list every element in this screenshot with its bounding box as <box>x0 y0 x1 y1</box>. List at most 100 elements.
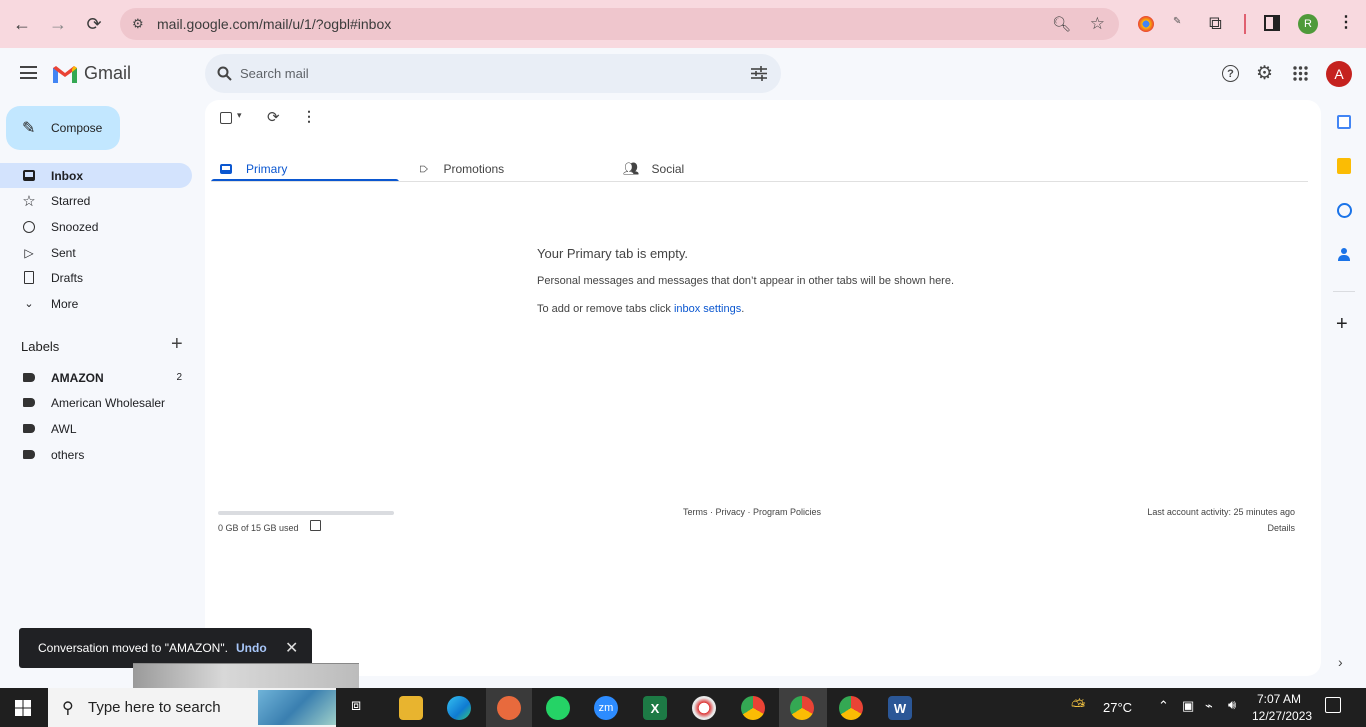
weather-temperature[interactable]: 27°C <box>1103 700 1132 715</box>
taskbar-date[interactable]: 12/27/2023 <box>1252 709 1312 723</box>
windows-start-icon[interactable] <box>15 700 31 716</box>
whatsapp-icon[interactable] <box>546 696 570 720</box>
snackbar: Conversation moved to "AMAZON". Undo ✕ <box>19 628 312 668</box>
side-apps-rail: + › <box>1326 100 1366 680</box>
sidebar-item-label: Drafts <box>51 270 84 285</box>
storage-usage-text: 0 GB of 15 GB used <box>218 523 299 533</box>
notifications-icon[interactable] <box>1325 697 1341 713</box>
extension-icon[interactable]: ✎ <box>1173 16 1191 32</box>
task-view-icon[interactable]: ⧈ <box>351 697 361 715</box>
volume-icon[interactable]: 🔊︎ <box>1228 697 1236 713</box>
sidebar-item-sent[interactable]: ▷ Sent <box>0 240 192 265</box>
address-bar[interactable]: ⚙ mail.google.com/mail/u/1/?ogbl#inbox 🔍… <box>120 8 1119 40</box>
bookmark-star-icon[interactable]: ☆ <box>1090 14 1105 34</box>
label-item-amazon[interactable]: AMAZON 2 <box>0 365 192 390</box>
app-icon[interactable] <box>692 696 716 720</box>
search-options-icon[interactable] <box>751 66 767 81</box>
add-addon-icon[interactable]: + <box>1336 313 1348 336</box>
draft-icon <box>21 270 37 286</box>
file-explorer-icon[interactable] <box>399 696 423 720</box>
people-icon: 👥︎ <box>623 161 640 176</box>
close-icon[interactable]: ✕ <box>285 638 298 658</box>
extension-icon[interactable] <box>1138 16 1154 32</box>
forward-button[interactable]: → <box>40 6 76 42</box>
account-avatar[interactable]: A <box>1326 61 1352 87</box>
chrome-icon[interactable] <box>741 696 765 720</box>
chevron-down-icon: ⌄ <box>24 298 34 310</box>
sidebar-item-starred[interactable]: ☆ Starred <box>0 188 192 213</box>
empty-state-title: Your Primary tab is empty. <box>537 246 688 261</box>
sidebar-item-inbox[interactable]: Inbox <box>0 163 192 188</box>
label-item-american-wholesaler[interactable]: American Wholesaler <box>0 390 192 415</box>
url-text: mail.google.com/mail/u/1/?ogbl#inbox <box>157 16 392 32</box>
extensions-puzzle-icon[interactable]: ⧉ <box>1209 13 1222 34</box>
star-icon: ☆ <box>22 192 36 210</box>
tab-promotions[interactable]: ⌂ Promotions <box>417 156 504 182</box>
labels-heading: Labels <box>21 339 60 354</box>
side-panel-icon[interactable] <box>1264 15 1280 31</box>
search-icon: ⚲ <box>62 699 74 717</box>
sidebar-item-label: Inbox <box>51 168 83 183</box>
zoom-icon[interactable]: 🔍︎ <box>1052 15 1071 33</box>
refresh-icon[interactable]: ⟳ <box>267 108 280 126</box>
rail-divider <box>1333 291 1355 292</box>
label-name: others <box>51 447 85 462</box>
tray-device-icon[interactable]: ▣ <box>1182 698 1194 714</box>
label-item-others[interactable]: others <box>0 442 192 467</box>
label-item-awl[interactable]: AWL <box>0 416 192 441</box>
select-dropdown-icon[interactable]: ▾ <box>237 110 242 121</box>
tab-divider <box>211 181 1308 182</box>
zoom-app-icon[interactable]: zm <box>594 696 618 720</box>
inbox-settings-link[interactable]: inbox settings <box>674 303 741 315</box>
reload-button[interactable]: ⟳ <box>76 6 112 42</box>
tasks-icon[interactable] <box>1337 203 1352 218</box>
undo-button[interactable]: Undo <box>236 641 267 655</box>
word-icon[interactable]: W <box>888 696 912 720</box>
chrome-icon[interactable] <box>839 696 863 720</box>
sidebar-item-drafts[interactable]: Drafts <box>0 265 192 290</box>
help-icon[interactable]: ? <box>1222 65 1239 82</box>
contacts-icon[interactable] <box>1338 248 1350 262</box>
weather-cloud-icon[interactable]: ⛅︎ <box>1071 696 1085 717</box>
search-bar[interactable]: Search mail <box>205 54 781 93</box>
gmail-logo-text[interactable]: Gmail <box>84 63 131 84</box>
empty-state-text: Personal messages and messages that don’… <box>537 275 955 287</box>
taskbar-search-box[interactable]: ⚲ Type here to search <box>48 688 336 727</box>
search-input[interactable]: Search mail <box>240 66 309 81</box>
taskbar-thumbnail-preview <box>133 663 359 688</box>
chrome-icon[interactable] <box>790 696 814 720</box>
select-all-checkbox[interactable] <box>220 112 232 124</box>
footer-links[interactable]: Terms · Privacy · Program Policies <box>683 507 821 517</box>
sidebar-item-label: Starred <box>51 193 91 208</box>
sidebar-item-more[interactable]: ⌄ More <box>0 291 192 316</box>
back-button[interactable]: ← <box>4 6 40 42</box>
calendar-icon[interactable] <box>1337 115 1351 129</box>
taskbar-time[interactable]: 7:07 AM <box>1257 692 1301 706</box>
gmail-app: Gmail Search mail ? ⚙ A ✎ Compose Inbox … <box>0 48 1366 688</box>
network-icon[interactable]: ⌁ <box>1205 698 1213 714</box>
compose-button[interactable]: ✎ Compose <box>6 106 120 150</box>
sidebar-item-label: More <box>51 296 79 311</box>
browser-menu-icon[interactable]: ⋮ <box>1338 12 1354 32</box>
edge-browser-icon[interactable] <box>447 696 471 720</box>
profile-avatar[interactable]: R <box>1298 14 1318 34</box>
label-tag-icon <box>21 370 37 386</box>
sidebar-item-snoozed[interactable]: Snoozed <box>0 214 192 239</box>
inbox-icon <box>21 168 37 184</box>
tab-label: Social <box>651 162 685 176</box>
apps-grid-icon[interactable] <box>1293 66 1308 81</box>
activity-details-link[interactable]: Details <box>1267 523 1295 533</box>
keep-icon[interactable] <box>1337 158 1351 174</box>
tray-chevron-up-icon[interactable]: ⌃ <box>1158 698 1169 714</box>
excel-icon[interactable]: X <box>643 696 667 720</box>
main-menu-icon[interactable] <box>20 66 37 79</box>
search-icon[interactable] <box>217 66 232 81</box>
tab-social[interactable]: 👥︎ Social <box>623 156 684 182</box>
site-info-icon[interactable]: ⚙ <box>132 16 144 32</box>
settings-gear-icon[interactable]: ⚙ <box>1256 62 1273 85</box>
more-actions-icon[interactable]: ⋮ <box>302 108 316 125</box>
show-side-panel-icon[interactable]: › <box>1338 654 1343 670</box>
discord-icon[interactable] <box>497 696 521 720</box>
open-external-icon[interactable] <box>310 520 321 531</box>
add-label-icon[interactable]: + <box>171 333 183 356</box>
